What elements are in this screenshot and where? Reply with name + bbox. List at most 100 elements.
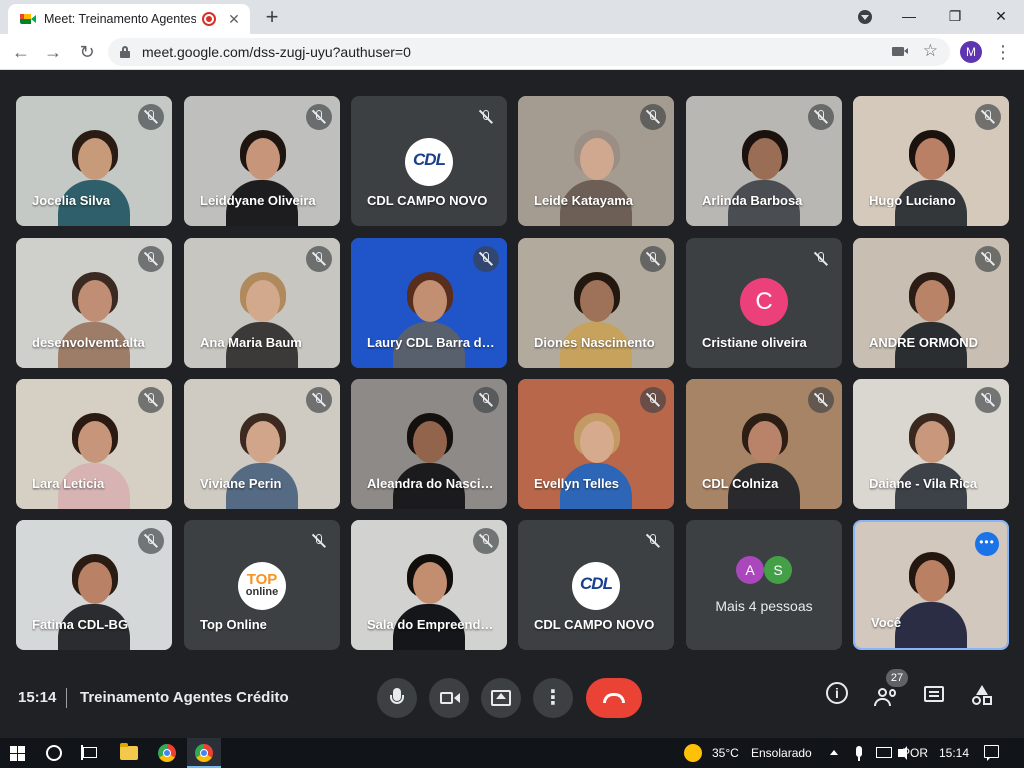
participant-name: Lara Leticia: [32, 476, 105, 491]
participant-tile[interactable]: CDL Colniza: [686, 379, 842, 509]
participant-figure: [895, 124, 967, 226]
participant-tile[interactable]: Evellyn Telles: [518, 379, 674, 509]
browser-menu-icon[interactable]: ⋮: [994, 41, 1012, 63]
activities-button[interactable]: [970, 682, 1000, 712]
participant-tile[interactable]: Leiddyane Oliveira: [184, 96, 340, 226]
profile-avatar[interactable]: M: [960, 41, 982, 63]
microphone-muted-icon: [306, 246, 332, 272]
participant-tile[interactable]: Hugo Luciano: [853, 96, 1009, 226]
weather-temperature[interactable]: 35°C: [712, 746, 739, 760]
participant-figure: [895, 266, 967, 368]
back-button[interactable]: ←: [10, 41, 32, 63]
minimize-button[interactable]: —: [896, 6, 922, 26]
weather-sun-icon[interactable]: [684, 744, 702, 762]
more-participants-tile[interactable]: A S Mais 4 pessoas: [686, 520, 842, 650]
chat-button[interactable]: [922, 682, 952, 712]
microphone-muted-icon: [640, 246, 666, 272]
cdl-logo-text: CDL: [580, 574, 613, 593]
participant-tile[interactable]: CDL CDL CAMPO NOVO: [351, 96, 507, 226]
participant-name: Aleandra do Nascimento: [367, 476, 499, 491]
more-options-button[interactable]: ⋮: [533, 678, 573, 718]
participant-figure: [560, 407, 632, 509]
microphone-muted-icon: [473, 246, 499, 272]
file-explorer-icon[interactable]: [120, 743, 138, 760]
participant-tile[interactable]: ANDRE ORMOND: [853, 238, 1009, 368]
microphone-muted-icon: [640, 528, 666, 554]
participant-figure: [728, 124, 800, 226]
participant-tile[interactable]: Aleandra do Nascimento: [351, 379, 507, 509]
participant-tile[interactable]: Leide Katayama: [518, 96, 674, 226]
participant-tile[interactable]: CDL CDL CAMPO NOVO: [518, 520, 674, 650]
present-screen-button[interactable]: [481, 678, 521, 718]
notification-center-icon[interactable]: [984, 745, 999, 761]
participant-figure: [728, 407, 800, 509]
address-bar[interactable]: meet.google.com/dss-zugj-uyu?authuser=0 …: [108, 38, 950, 66]
windows-start-icon[interactable]: [10, 746, 25, 761]
activities-circle-icon: [972, 696, 981, 705]
chrome-active-icon: [195, 744, 213, 762]
tray-overflow-chevron-icon[interactable]: [830, 750, 838, 755]
participant-name: Arlinda Barbosa: [702, 193, 803, 208]
participant-tile[interactable]: Ana Maria Baum: [184, 238, 340, 368]
bookmark-star-icon[interactable]: ☆: [923, 41, 938, 61]
windows-search-icon[interactable]: [46, 745, 62, 761]
tray-microphone-icon: [856, 746, 862, 761]
camera-in-use-icon[interactable]: [892, 47, 908, 56]
self-video-tile[interactable]: Você •••: [853, 520, 1009, 650]
meeting-details-button[interactable]: i: [826, 682, 856, 712]
participant-name: Ana Maria Baum: [200, 335, 302, 350]
participant-figure: [895, 546, 967, 648]
task-view-icon[interactable]: [81, 744, 99, 762]
participant-name: Leide Katayama: [534, 193, 633, 208]
new-tab-button[interactable]: +: [260, 5, 284, 29]
cdl-logo: CDL: [405, 138, 453, 186]
camera-icon: [440, 692, 453, 704]
tab-close-icon[interactable]: ✕: [226, 11, 242, 28]
reload-button[interactable]: ↻: [76, 41, 98, 63]
network-icon[interactable]: [876, 747, 892, 758]
forward-button[interactable]: →: [42, 41, 64, 63]
person-icon: [878, 688, 887, 697]
participant-name: Sala do Empreendedor: [367, 617, 499, 632]
participant-tile[interactable]: Sala do Empreendedor: [351, 520, 507, 650]
taskbar-clock[interactable]: 15:14: [939, 746, 969, 760]
microphone-muted-icon: [138, 246, 164, 272]
microphone-muted-icon: [473, 104, 499, 130]
participant-name: Diones Nascimento: [534, 335, 655, 350]
tab-search-icon[interactable]: [858, 10, 872, 24]
camera-button[interactable]: [429, 678, 469, 718]
participant-tile[interactable]: Fatima CDL-BG: [16, 520, 172, 650]
self-tile-options-button[interactable]: •••: [975, 532, 999, 556]
close-window-button[interactable]: ✕: [988, 6, 1014, 26]
participant-tile[interactable]: TOP online Top Online: [184, 520, 340, 650]
participant-tile[interactable]: Diones Nascimento: [518, 238, 674, 368]
recording-icon: [202, 12, 216, 26]
participant-tile[interactable]: Lara Leticia: [16, 379, 172, 509]
participant-tile[interactable]: Daiane - Vila Rica: [853, 379, 1009, 509]
participant-tile[interactable]: desenvolvemt.alta: [16, 238, 172, 368]
top-online-logo: TOP online: [238, 562, 286, 610]
url-text: meet.google.com/dss-zugj-uyu?authuser=0: [142, 44, 411, 60]
participant-tile[interactable]: Arlinda Barbosa: [686, 96, 842, 226]
cdl-logo-text: CDL: [413, 150, 446, 169]
lock-icon[interactable]: [120, 46, 130, 58]
tab-title: Meet: Treinamento Agentes Crédito: [44, 12, 196, 26]
maximize-button[interactable]: ❐: [942, 6, 968, 26]
weather-condition[interactable]: Ensolarado: [751, 746, 812, 760]
browser-tab-meet[interactable]: Meet: Treinamento Agentes Crédito ✕: [8, 4, 250, 34]
participant-name: Hugo Luciano: [869, 193, 956, 208]
leave-call-button[interactable]: [586, 678, 642, 718]
participant-avatar: A: [736, 556, 764, 584]
microphone-muted-icon: [640, 104, 666, 130]
participant-tile[interactable]: Laury CDL Barra do Bugres: [351, 238, 507, 368]
chrome-icon[interactable]: [158, 744, 176, 762]
participant-tile[interactable]: C Cristiane oliveira: [686, 238, 842, 368]
microphone-button[interactable]: [377, 678, 417, 718]
participant-name: Você: [871, 615, 902, 630]
participant-tile[interactable]: Jocelia Silva: [16, 96, 172, 226]
participant-tile[interactable]: Viviane Perin: [184, 379, 340, 509]
participant-name: Daiane - Vila Rica: [869, 476, 978, 491]
active-chrome-app[interactable]: [187, 738, 221, 768]
input-language[interactable]: POR: [902, 746, 928, 760]
participant-count-badge: 27: [886, 669, 908, 687]
